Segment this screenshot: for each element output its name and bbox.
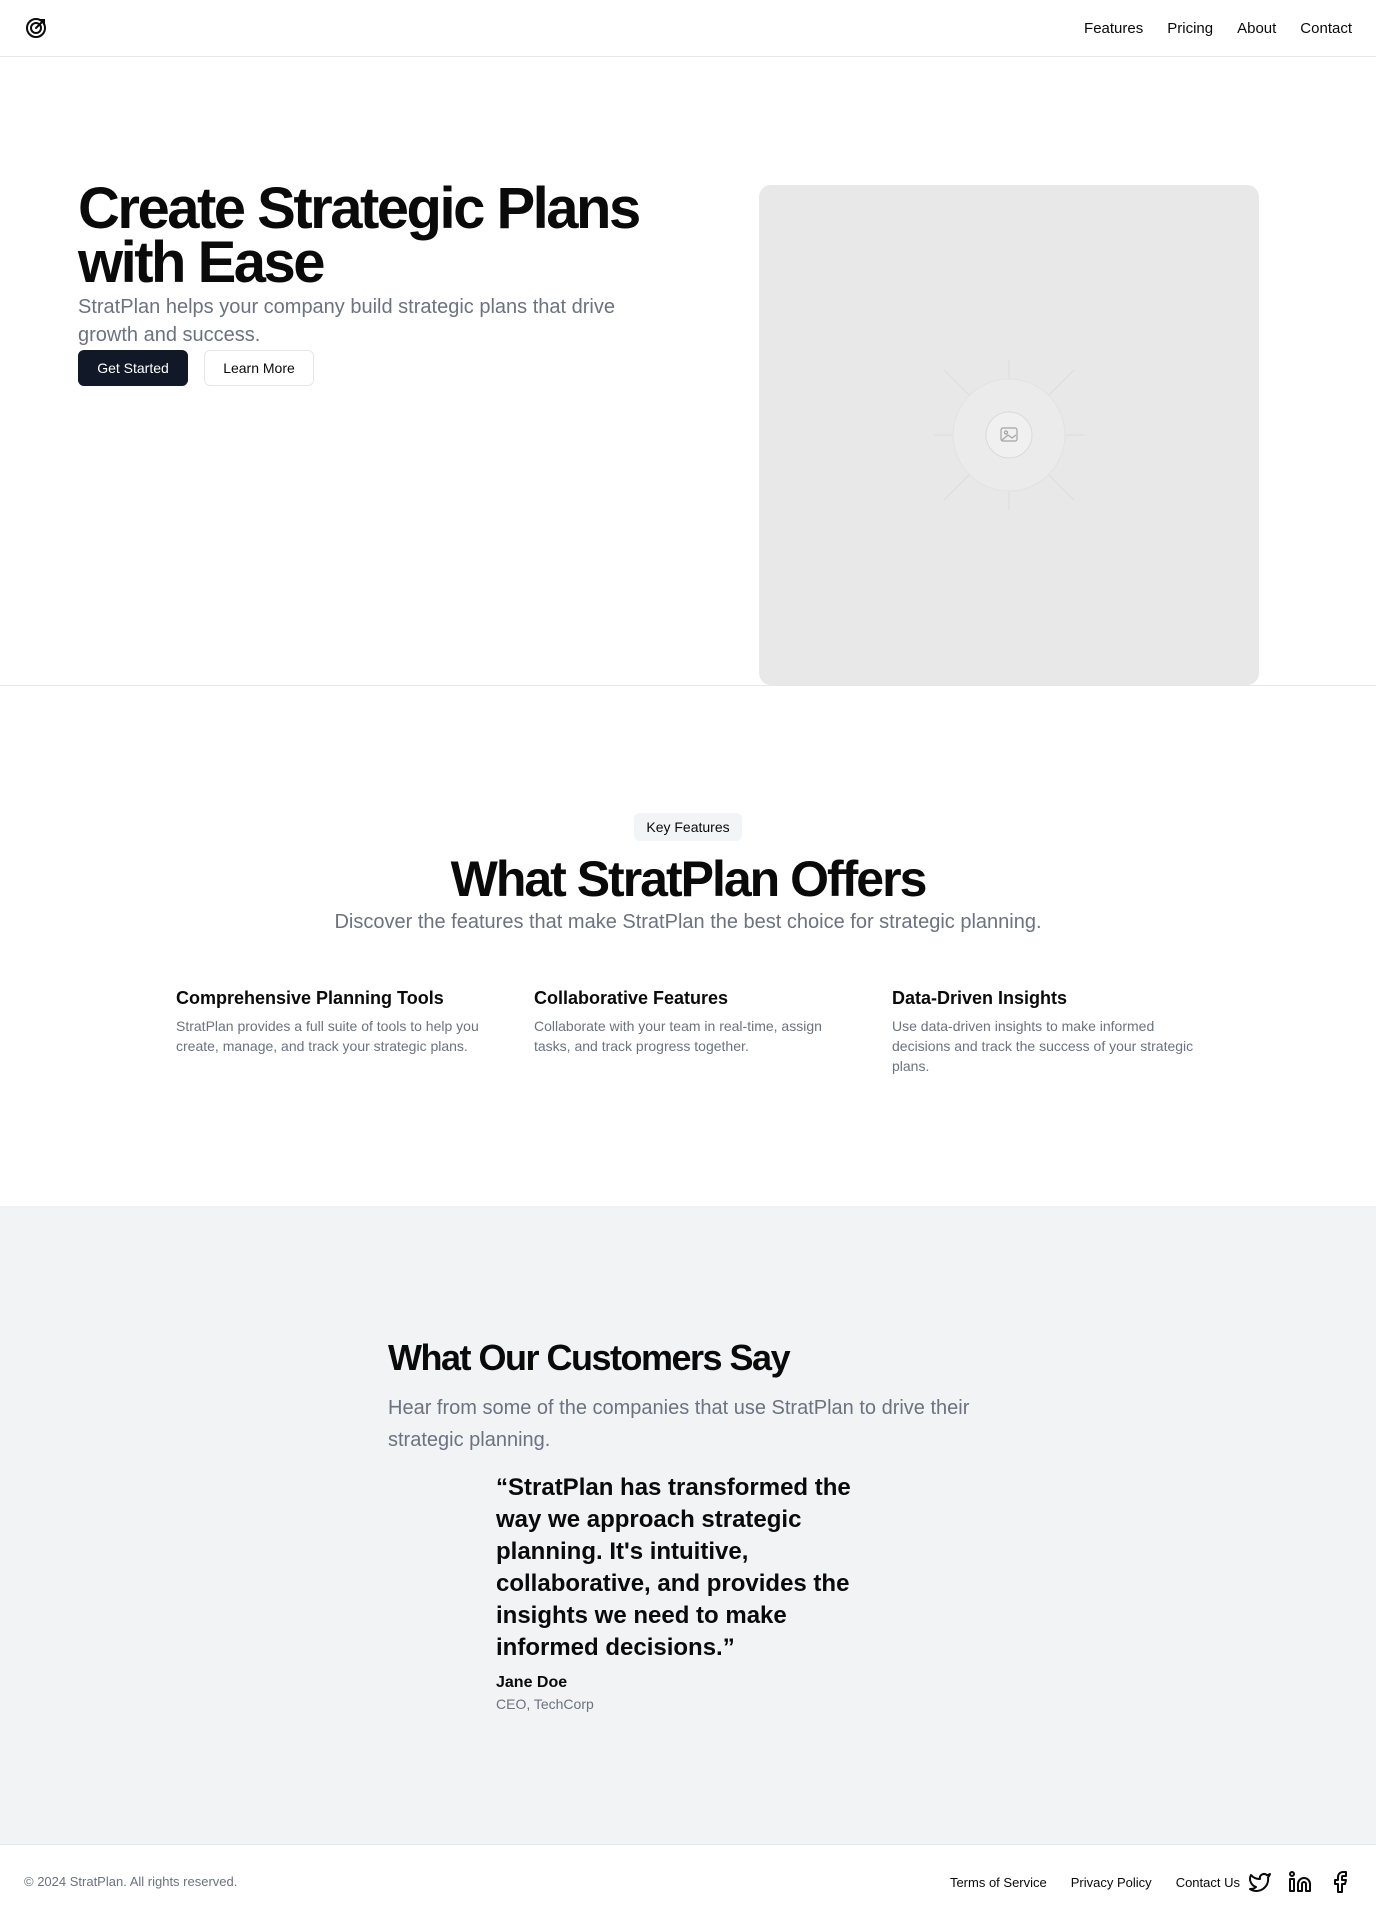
linkedin-icon[interactable] [1288,1870,1312,1894]
feature-card: Collaborative Features Collaborate with … [534,986,842,1076]
feature-card: Data-Driven Insights Use data-driven ins… [892,986,1200,1076]
feature-description: StratPlan provides a full suite of tools… [176,1018,479,1054]
image-placeholder-icon [934,360,1084,510]
testimonial-role: CEO, TechCorp [496,1696,594,1712]
copyright-text: © 2024 StratPlan. All rights reserved. [24,1874,238,1889]
hero-image-placeholder [759,185,1259,685]
hero-buttons: Get Started Learn More [78,350,314,386]
feature-title: Collaborative Features [534,988,729,1008]
testimonials-title: What Our Customers Say [388,1337,791,1378]
feature-card: Comprehensive Planning Tools StratPlan p… [176,986,484,1076]
features-title: What StratPlan Offers [450,851,928,907]
main-nav: Features Pricing About Contact [1084,0,1352,56]
site-footer: © 2024 StratPlan. All rights reserved. T… [0,1844,1376,1918]
contact-us-link[interactable]: Contact Us [1176,1875,1240,1890]
nav-contact[interactable]: Contact [1300,20,1352,37]
terms-link[interactable]: Terms of Service [950,1875,1047,1890]
hero-section: Create Strategic Plans with Ease StratPl… [0,57,1376,686]
features-section: Key Features What StratPlan Offers Disco… [0,686,1376,1206]
features-subtitle: Discover the features that make StratPla… [334,911,1042,933]
facebook-icon[interactable] [1328,1870,1352,1894]
privacy-link[interactable]: Privacy Policy [1071,1875,1152,1890]
get-started-button[interactable]: Get Started [78,350,188,386]
crosshair-logo-icon[interactable] [24,16,48,40]
hero-subtitle: StratPlan helps your company build strat… [78,296,615,346]
learn-more-button[interactable]: Learn More [204,350,314,386]
feature-description: Use data-driven insights to make informe… [892,1018,1194,1074]
nav-about[interactable]: About [1237,20,1276,37]
testimonial-quote: “StratPlan has transformed the way we ap… [496,1474,851,1661]
testimonials-section: What Our Customers Say Hear from some of… [0,1206,1376,1844]
site-header: Features Pricing About Contact [0,0,1376,57]
feature-description: Collaborate with your team in real-time,… [534,1018,822,1054]
testimonials-subtitle: Hear from some of the companies that use… [388,1397,970,1451]
nav-features[interactable]: Features [1084,20,1143,37]
key-features-badge: Key Features [634,813,742,841]
twitter-icon[interactable] [1248,1870,1272,1894]
hero-title: Create Strategic Plans with Ease [78,176,641,295]
footer-links: Terms of Service Privacy Policy Contact … [950,1845,1352,1918]
nav-pricing[interactable]: Pricing [1167,20,1213,37]
social-links [1248,1870,1352,1894]
testimonial-author: Jane Doe [496,1674,568,1691]
features-grid: Comprehensive Planning Tools StratPlan p… [176,986,1200,1076]
feature-title: Comprehensive Planning Tools [176,988,444,1008]
feature-title: Data-Driven Insights [892,988,1068,1008]
